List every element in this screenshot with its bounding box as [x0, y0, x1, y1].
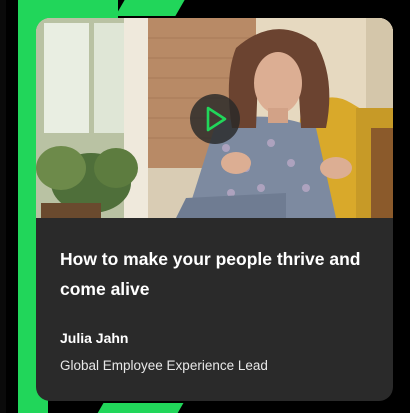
- speaker-role: Global Employee Experience Lead: [60, 358, 268, 373]
- speaker-name: Julia Jahn: [60, 330, 129, 346]
- play-icon: [206, 106, 227, 132]
- accent-stripe-bottom: [96, 403, 184, 413]
- video-title: How to make your people thrive and come …: [60, 249, 361, 299]
- play-button[interactable]: [190, 94, 240, 144]
- accent-stripe-top-right: [115, 0, 185, 16]
- accent-stripe-top: [18, 0, 118, 18]
- video-card[interactable]: How to make your people thrive and come …: [36, 18, 393, 401]
- video-thumbnail[interactable]: [36, 18, 393, 218]
- video-promo-stage: How to make your people thrive and come …: [0, 0, 410, 413]
